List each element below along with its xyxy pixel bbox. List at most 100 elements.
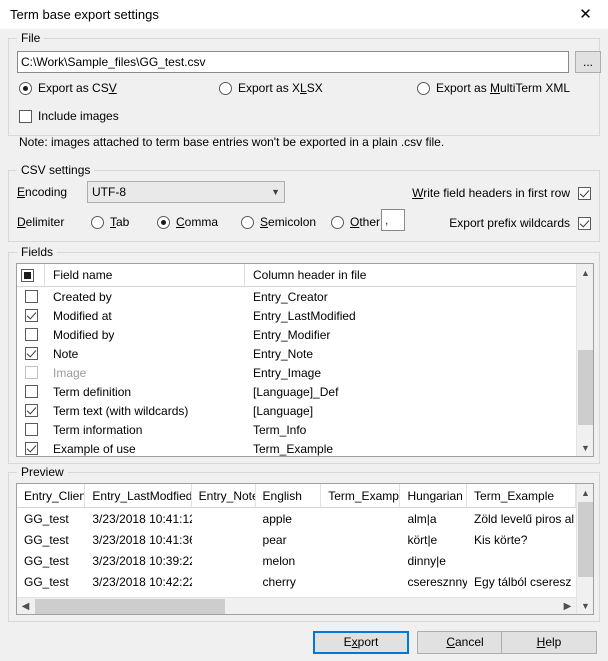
dialog-button-bar: Export Cancel Help [0,622,608,661]
field-checkbox[interactable] [17,309,45,322]
fields-row[interactable]: ImageEntry_Image [17,363,593,382]
fields-row[interactable]: Modified byEntry_Modifier [17,325,593,344]
preview-column-header[interactable]: Term_Example [467,484,576,507]
radio-export-multiterm-xml[interactable]: Export as MultiTerm XML [417,81,570,95]
preview-scroll-left-icon[interactable]: ◀ [17,598,34,615]
preview-column-header[interactable]: Entry_ClientID [17,484,85,507]
preview-column-header[interactable]: Entry_Note [192,484,256,507]
radio-label-xlsx: Export as XLSX [238,81,323,95]
preview-cell: cseresznny|e [400,571,467,592]
preview-scroll-up-icon[interactable]: ▲ [577,484,594,501]
fields-select-all-checkbox[interactable] [17,264,45,286]
preview-column-header[interactable]: English [256,484,322,507]
field-name: Term information [45,423,245,437]
fields-header-row: Field name Column header in file [17,264,593,287]
preview-cell: 3/23/2018 10:41:12 AM [85,508,191,529]
checkbox-indicator-write-headers [578,187,591,200]
preview-header-row: Entry_ClientIDEntry_LastModfiedEntry_Not… [17,484,576,508]
fields-group: Fields Field name Column header in file … [8,252,600,464]
radio-label-csv: Export as CSV [38,81,117,95]
preview-column-header[interactable]: Hungarian [400,484,467,507]
browse-button[interactable]: ... [575,51,601,73]
preview-scroll-down-icon[interactable]: ▼ [577,597,594,614]
field-checkbox[interactable] [17,404,45,417]
export-prefix-wildcards-label: Export prefix wildcards [449,216,570,230]
fields-row[interactable]: Example of useTerm_Example [17,439,593,456]
preview-cell [192,529,256,550]
field-name: Term text (with wildcards) [45,404,245,418]
fields-column-header-file[interactable]: Column header in file [245,264,593,286]
field-column-header: Entry_LastModified [245,309,593,323]
fields-row[interactable]: Created byEntry_Creator [17,287,593,306]
field-checkbox[interactable] [17,366,45,379]
help-button[interactable]: Help [501,631,597,654]
radio-delimiter-tab[interactable]: Tab [91,215,129,229]
preview-table[interactable]: Entry_ClientIDEntry_LastModfiedEntry_Not… [16,483,594,615]
write-field-headers-checkbox[interactable]: Write field headers in first row [412,186,591,200]
preview-cell: 3/23/2018 10:42:22 AM [85,571,191,592]
fields-row[interactable]: Modified atEntry_LastModified [17,306,593,325]
scroll-down-icon[interactable]: ▼ [577,439,594,456]
fields-row[interactable]: Term text (with wildcards)[Language] [17,401,593,420]
preview-vertical-scrollbar[interactable]: ▲ ▼ [576,484,593,614]
preview-cell [321,529,400,550]
delimiter-label: Delimiter [17,215,64,229]
checkbox-indicator [25,309,38,322]
radio-export-xlsx[interactable]: Export as XLSX [219,81,323,95]
title-bar: Term base export settings ✕ [0,0,608,30]
export-prefix-wildcards-checkbox[interactable]: Export prefix wildcards [449,216,591,230]
preview-cell: Kis körte? [467,529,576,550]
preview-column-header[interactable]: Entry_LastModfied [85,484,191,507]
preview-row[interactable]: GG_test3/23/2018 10:41:12 AMapplealm|aZö… [17,508,576,529]
scroll-up-icon[interactable]: ▲ [577,264,594,281]
fields-listbox[interactable]: Field name Column header in file Created… [16,263,594,457]
preview-horizontal-scrollbar[interactable]: ◀ ▶ [17,597,576,614]
radio-label-comma: Comma [176,215,218,229]
field-checkbox[interactable] [17,290,45,303]
checkbox-indicator [25,347,38,360]
fields-row[interactable]: Term definition[Language]_Def [17,382,593,401]
include-images-checkbox[interactable]: Include images [19,109,119,123]
preview-cell [192,508,256,529]
close-icon[interactable]: ✕ [563,0,608,30]
encoding-select[interactable]: UTF-8 ▼ [87,181,285,203]
fields-row[interactable]: NoteEntry_Note [17,344,593,363]
preview-hscrollbar-thumb[interactable] [35,599,225,614]
cancel-button[interactable]: Cancel [417,631,513,654]
preview-vscrollbar-thumb[interactable] [578,502,593,577]
field-column-header: Entry_Note [245,347,593,361]
preview-row[interactable]: GG_test3/23/2018 10:41:36 AMpearkört|eKi… [17,529,576,550]
field-checkbox[interactable] [17,442,45,455]
field-checkbox[interactable] [17,423,45,436]
preview-cell: GG_test [17,529,85,550]
term-base-export-dialog: Term base export settings ✕ File ... Exp… [0,0,608,661]
field-checkbox[interactable] [17,347,45,360]
fields-vertical-scrollbar[interactable]: ▲ ▼ [576,264,593,456]
radio-delimiter-other[interactable]: Other [331,215,380,229]
field-checkbox[interactable] [17,385,45,398]
field-checkbox[interactable] [17,328,45,341]
export-button[interactable]: Export [313,631,409,654]
preview-row[interactable]: GG_test3/23/2018 10:42:22 AMcherrycseres… [17,571,576,592]
radio-label-multiterm: Export as MultiTerm XML [436,81,570,95]
radio-delimiter-comma[interactable]: Comma [157,215,218,229]
chevron-down-icon: ▼ [271,187,280,197]
radio-delimiter-semicolon[interactable]: Semicolon [241,215,316,229]
preview-cell: dinny|e [400,550,467,571]
other-delimiter-input[interactable]: , [381,209,405,231]
encoding-value: UTF-8 [92,185,271,199]
radio-label-other: Other [350,215,380,229]
preview-cell: Egy tálból cseresz [467,571,576,592]
fields-row[interactable]: Term informationTerm_Info [17,420,593,439]
field-name: Image [45,366,245,380]
radio-export-csv[interactable]: Export as CSV [19,81,117,95]
fields-column-header-name[interactable]: Field name [45,264,245,286]
preview-row[interactable]: GG_test3/23/2018 10:39:22 AMmelondinny|e [17,550,576,571]
preview-scroll-right-icon[interactable]: ▶ [559,598,576,615]
fields-scrollbar-thumb[interactable] [578,350,593,425]
preview-cell: 3/23/2018 10:41:36 AM [85,529,191,550]
checkbox-indicator [25,442,38,455]
preview-column-header[interactable]: Term_Example [321,484,400,507]
field-name: Created by [45,290,245,304]
file-path-input[interactable] [17,51,569,73]
